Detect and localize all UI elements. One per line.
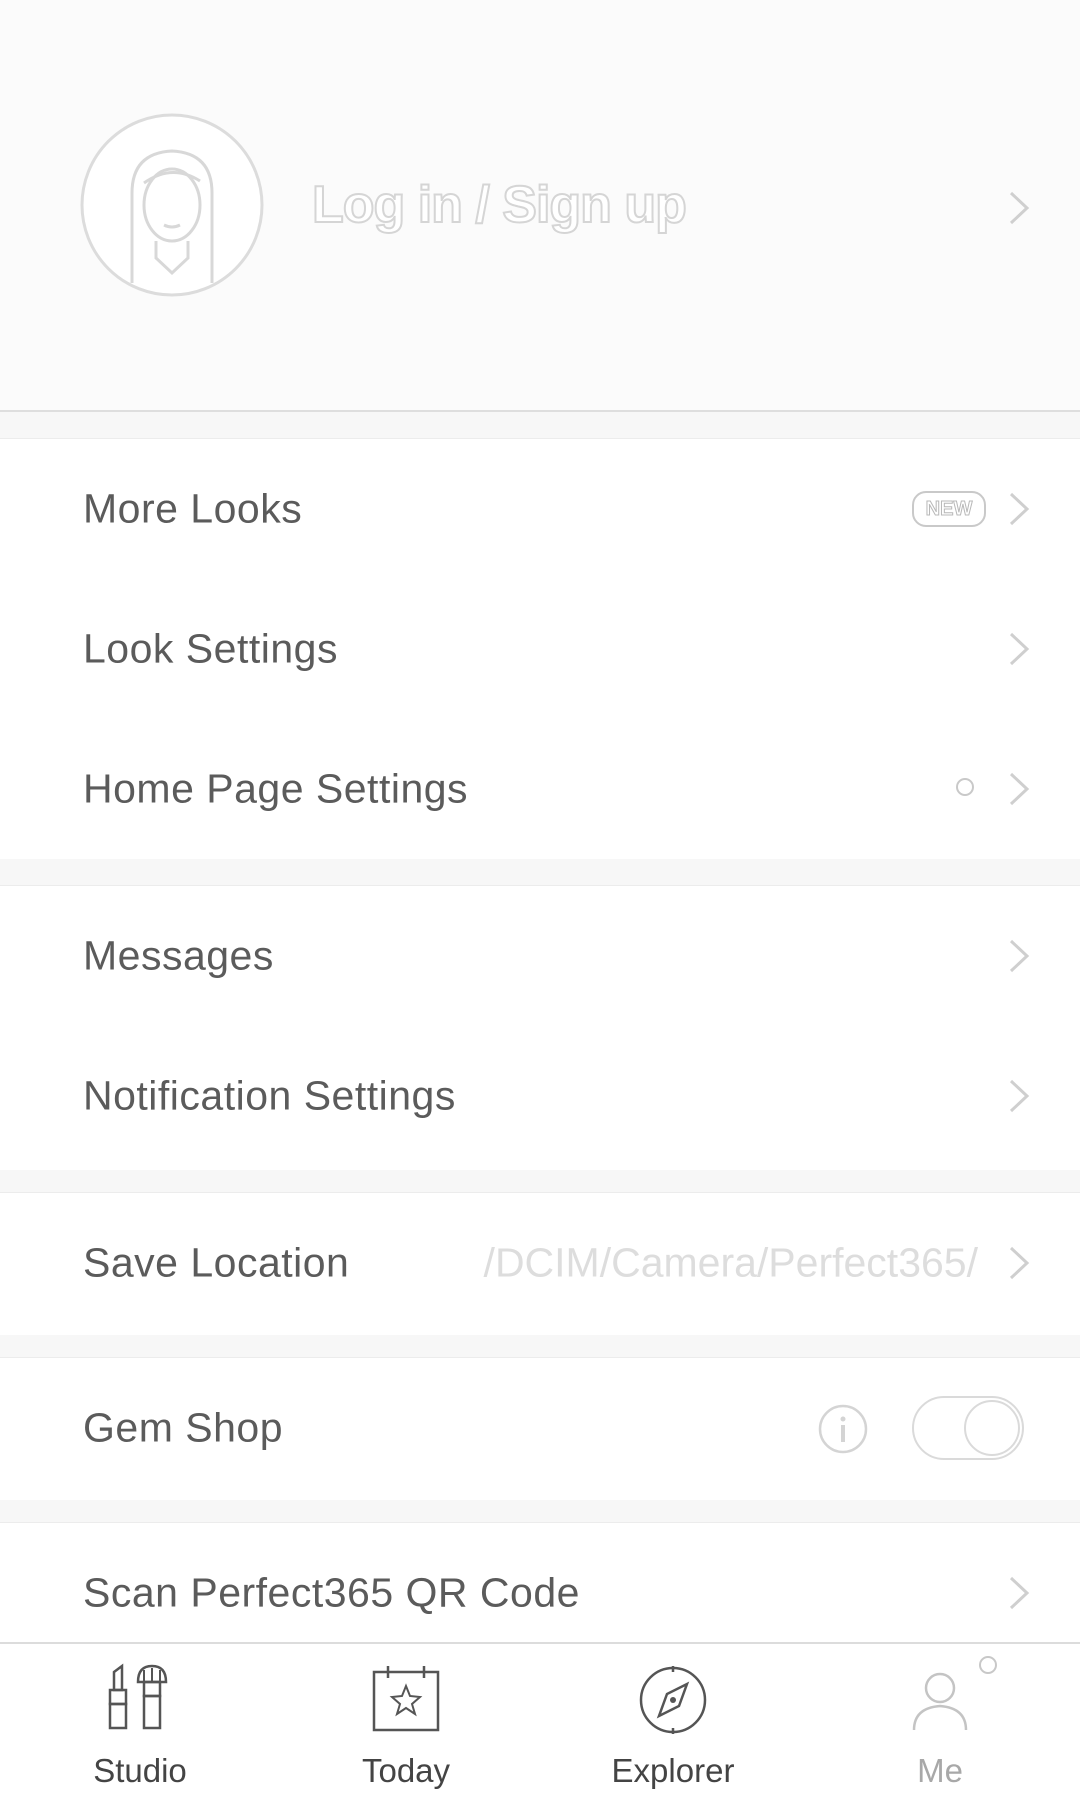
chevron-right-icon — [1008, 1575, 1030, 1611]
messages-row[interactable]: Messages — [0, 886, 1080, 1026]
chevron-right-icon — [1008, 938, 1030, 974]
messages-section: Messages Notification Settings — [0, 885, 1080, 1171]
save-location-path: /DCIM/Camera/Perfect365/ — [483, 1239, 978, 1286]
chevron-right-icon — [1008, 1245, 1030, 1281]
login-signup-link[interactable]: Log in / Sign up — [311, 175, 688, 235]
looks-section: More Looks NEW Look Settings Home Page S… — [0, 438, 1080, 860]
tab-studio-label: Studio — [93, 1752, 187, 1789]
more-looks-row[interactable]: More Looks NEW — [0, 439, 1080, 579]
chevron-right-icon — [1008, 190, 1030, 226]
look-settings-label: Look Settings — [83, 625, 338, 672]
chevron-right-icon — [1008, 1078, 1030, 1114]
tab-me[interactable]: Me — [805, 1644, 1075, 1796]
home-page-settings-label: Home Page Settings — [83, 765, 469, 812]
scan-qr-label: Scan Perfect365 QR Code — [83, 1569, 580, 1616]
save-location-label: Save Location — [83, 1239, 350, 1286]
notification-settings-row[interactable]: Notification Settings — [0, 1026, 1080, 1166]
compass-icon — [633, 1660, 713, 1740]
info-icon[interactable] — [818, 1404, 868, 1454]
calendar-star-icon — [366, 1660, 446, 1740]
gem-shop-row: Gem Shop — [0, 1358, 1080, 1498]
indicator-dot-icon — [956, 778, 974, 796]
gem-shop-toggle[interactable] — [912, 1396, 1024, 1460]
more-looks-label: More Looks — [83, 485, 303, 532]
save-location-section: Save Location /DCIM/Camera/Perfect365/ — [0, 1192, 1080, 1336]
messages-label: Messages — [83, 932, 274, 979]
toggle-knob — [964, 1400, 1020, 1456]
notification-dot-icon — [979, 1656, 997, 1674]
scan-section: Scan Perfect365 QR Code — [0, 1522, 1080, 1644]
person-icon — [900, 1660, 980, 1740]
tab-today-label: Today — [361, 1752, 451, 1789]
profile-header[interactable]: Log in / Sign up — [0, 0, 1080, 412]
tab-studio[interactable]: Studio — [5, 1644, 275, 1796]
tab-me-label: Me — [917, 1752, 963, 1789]
bottom-tab-bar: Studio Today Explorer Me — [0, 1642, 1080, 1796]
look-settings-row[interactable]: Look Settings — [0, 579, 1080, 719]
female-avatar-icon[interactable] — [80, 113, 264, 297]
tab-explorer[interactable]: Explorer — [538, 1644, 808, 1796]
gem-shop-section: Gem Shop — [0, 1357, 1080, 1501]
tab-explorer-label: Explorer — [611, 1752, 735, 1789]
chevron-right-icon — [1008, 771, 1030, 807]
gem-shop-label: Gem Shop — [83, 1404, 283, 1451]
save-location-row[interactable]: Save Location /DCIM/Camera/Perfect365/ — [0, 1193, 1080, 1333]
lipstick-brush-icon — [100, 1660, 180, 1740]
tab-today[interactable]: Today — [271, 1644, 541, 1796]
chevron-right-icon — [1008, 631, 1030, 667]
notification-settings-label: Notification Settings — [83, 1072, 456, 1119]
new-badge: NEW — [912, 491, 986, 527]
chevron-right-icon — [1008, 491, 1030, 527]
home-page-settings-row[interactable]: Home Page Settings — [0, 719, 1080, 859]
